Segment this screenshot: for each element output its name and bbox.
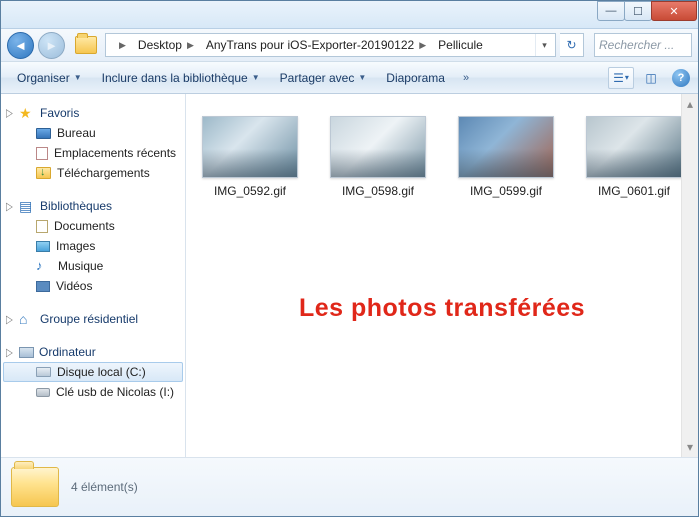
label: Groupe résidentiel: [40, 312, 138, 326]
back-button[interactable]: ◄: [7, 32, 34, 59]
documents-icon: [36, 220, 48, 233]
music-icon: ♪: [36, 259, 52, 273]
sidebar-group-homegroup[interactable]: ⌂Groupe résidentiel: [1, 310, 185, 329]
label: Clé usb de Nicolas (I:): [56, 385, 174, 399]
videos-icon: [36, 281, 50, 292]
label: Disque local (C:): [57, 365, 146, 379]
body: ★Favoris Bureau Emplacements récents Tél…: [1, 94, 698, 457]
recent-icon: [36, 147, 48, 160]
label: Ordinateur: [39, 345, 96, 359]
downloads-icon: [36, 167, 51, 179]
include-library-button[interactable]: Inclure dans la bibliothèque▼: [94, 68, 268, 88]
label: Organiser: [17, 71, 70, 85]
breadcrumb[interactable]: Desktop▶: [132, 34, 200, 56]
vertical-scrollbar[interactable]: ▴▾: [681, 94, 698, 457]
minimize-button[interactable]: —: [597, 1, 625, 21]
sidebar-group-computer[interactable]: Ordinateur: [1, 343, 185, 362]
breadcrumb[interactable]: ▶: [108, 34, 132, 56]
address-dropdown[interactable]: ▾: [535, 34, 553, 56]
sidebar-group-libraries[interactable]: ▤Bibliothèques: [1, 197, 185, 216]
computer-icon: [19, 347, 34, 358]
refresh-button[interactable]: ↻: [560, 33, 584, 57]
sidebar-item-documents[interactable]: Documents: [1, 216, 185, 236]
breadcrumb-label: AnyTrans pour iOS-Exporter-20190122: [206, 38, 414, 52]
navigation-row: ◄ ► ▶ Desktop▶ AnyTrans pour iOS-Exporte…: [1, 29, 698, 62]
close-button[interactable]: ✕: [651, 1, 697, 21]
search-input[interactable]: Rechercher ...: [594, 33, 692, 57]
file-list-pane: IMG_0592.gif IMG_0598.gif IMG_0599.gif I…: [186, 94, 698, 457]
overflow-chevron[interactable]: »: [457, 72, 475, 84]
sidebar-item-usb[interactable]: Clé usb de Nicolas (I:): [1, 382, 185, 402]
sidebar-item-images[interactable]: Images: [1, 236, 185, 256]
label: Vidéos: [56, 279, 92, 293]
usb-icon: [36, 388, 50, 397]
breadcrumb-label: Desktop: [138, 38, 182, 52]
sidebar-item-local-disk[interactable]: Disque local (C:): [3, 362, 183, 382]
folder-icon: [75, 36, 97, 54]
breadcrumb[interactable]: Pellicule: [432, 34, 489, 56]
desktop-icon: [36, 128, 51, 139]
label: Emplacements récents: [54, 146, 176, 160]
file-name: IMG_0599.gif: [470, 184, 542, 198]
label: Images: [56, 239, 95, 253]
sidebar-item-videos[interactable]: Vidéos: [1, 276, 185, 296]
file-name: IMG_0592.gif: [214, 184, 286, 198]
item-count: 4 élément(s): [71, 480, 138, 494]
breadcrumb-label: Pellicule: [438, 38, 483, 52]
preview-pane-button[interactable]: ◫: [638, 67, 664, 89]
explorer-window: — ☐ ✕ ◄ ► ▶ Desktop▶ AnyTrans pour iOS-E…: [0, 0, 699, 517]
label: Documents: [54, 219, 115, 233]
sidebar-item-desktop[interactable]: Bureau: [1, 123, 185, 143]
disk-icon: [36, 367, 51, 377]
overlay-caption: Les photos transférées: [186, 294, 698, 323]
navigation-pane: ★Favoris Bureau Emplacements récents Tél…: [1, 94, 186, 457]
thumbnails-row: IMG_0592.gif IMG_0598.gif IMG_0599.gif I…: [200, 116, 684, 198]
forward-button[interactable]: ►: [38, 32, 65, 59]
thumbnail: [202, 116, 298, 178]
thumbnail: [330, 116, 426, 178]
file-name: IMG_0601.gif: [598, 184, 670, 198]
breadcrumb[interactable]: AnyTrans pour iOS-Exporter-20190122▶: [200, 34, 432, 56]
label: Bureau: [57, 126, 96, 140]
label: Diaporama: [386, 71, 445, 85]
file-item[interactable]: IMG_0592.gif: [200, 116, 300, 198]
maximize-button[interactable]: ☐: [624, 1, 652, 21]
organize-button[interactable]: Organiser▼: [9, 68, 90, 88]
images-icon: [36, 241, 50, 252]
thumbnail: [586, 116, 682, 178]
sidebar-item-downloads[interactable]: Téléchargements: [1, 163, 185, 183]
label: Musique: [58, 259, 103, 273]
sidebar-item-music[interactable]: ♪ Musique: [1, 256, 185, 276]
help-button[interactable]: ?: [672, 69, 690, 87]
titlebar: — ☐ ✕: [1, 1, 698, 29]
label: Inclure dans la bibliothèque: [102, 71, 248, 85]
address-bar[interactable]: ▶ Desktop▶ AnyTrans pour iOS-Exporter-20…: [105, 33, 556, 57]
view-options-button[interactable]: ☰▾: [608, 67, 634, 89]
slideshow-button[interactable]: Diaporama: [378, 68, 453, 88]
file-name: IMG_0598.gif: [342, 184, 414, 198]
sidebar-item-recent[interactable]: Emplacements récents: [1, 143, 185, 163]
label: Partager avec: [280, 71, 355, 85]
share-button[interactable]: Partager avec▼: [272, 68, 375, 88]
label: Téléchargements: [57, 166, 150, 180]
toolbar: Organiser▼ Inclure dans la bibliothèque▼…: [1, 62, 698, 94]
sidebar-group-favorites[interactable]: ★Favoris: [1, 104, 185, 123]
file-item[interactable]: IMG_0599.gif: [456, 116, 556, 198]
label: Favoris: [40, 106, 79, 120]
thumbnail: [458, 116, 554, 178]
folder-icon: [11, 467, 59, 507]
label: Bibliothèques: [40, 199, 112, 213]
details-pane: 4 élément(s): [1, 457, 698, 516]
file-item[interactable]: IMG_0601.gif: [584, 116, 684, 198]
file-item[interactable]: IMG_0598.gif: [328, 116, 428, 198]
